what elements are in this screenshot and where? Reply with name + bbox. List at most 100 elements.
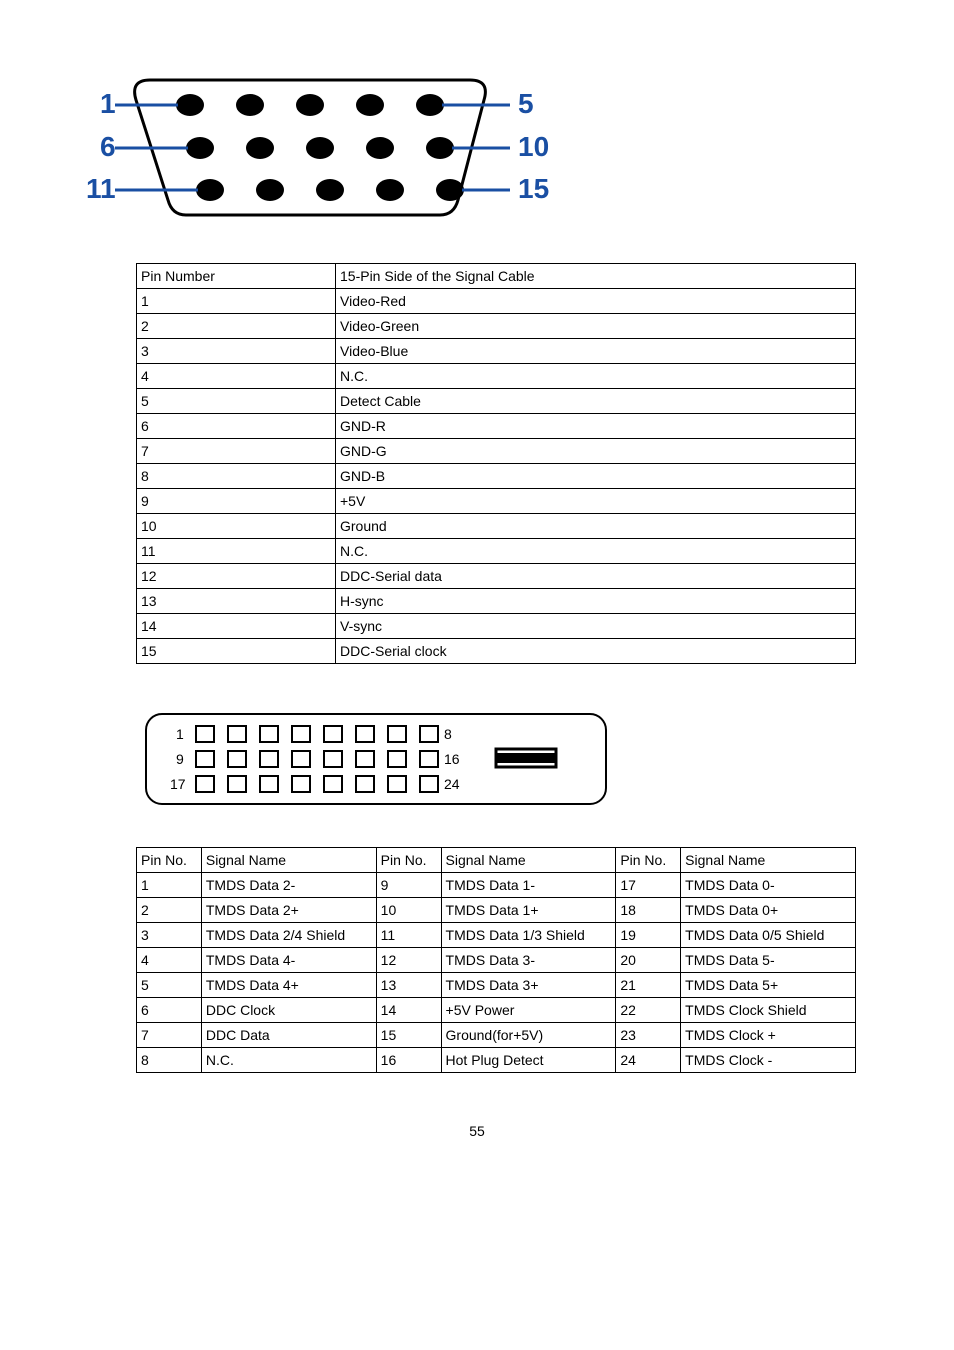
table-header: Pin Number 15-Pin Side of the Signal Cab… (137, 264, 856, 289)
desc-cell: Ground (336, 514, 856, 539)
header-sig3: Signal Name (681, 848, 856, 873)
sig-cell: DDC Data (201, 1023, 376, 1048)
pin-cell: 2 (137, 898, 202, 923)
header-pin2: Pin No. (376, 848, 441, 873)
pin-cell: 11 (137, 539, 336, 564)
pin-cell: 15 (376, 1023, 441, 1048)
pin-cell: 9 (137, 489, 336, 514)
table-row: 11N.C. (137, 539, 856, 564)
pin-cell: 15 (137, 639, 336, 664)
pin-cell: 5 (137, 973, 202, 998)
table-row: 2Video-Green (137, 314, 856, 339)
pin-cell: 10 (376, 898, 441, 923)
desc-cell: DDC-Serial clock (336, 639, 856, 664)
pin-cell: 3 (137, 339, 336, 364)
sig-cell: TMDS Data 3+ (441, 973, 616, 998)
vga-connector-diagram: 1 6 11 5 10 15 (40, 50, 914, 233)
pin-cell: 22 (616, 998, 681, 1023)
header-sig2: Signal Name (441, 848, 616, 873)
sig-cell: TMDS Clock Shield (681, 998, 856, 1023)
desc-cell: GND-B (336, 464, 856, 489)
pin-cell: 1 (137, 289, 336, 314)
header-desc: 15-Pin Side of the Signal Cable (336, 264, 856, 289)
pin-cell: 6 (137, 998, 202, 1023)
desc-cell: N.C. (336, 539, 856, 564)
table-row: 5TMDS Data 4+13TMDS Data 3+21TMDS Data 5… (137, 973, 856, 998)
sig-cell: TMDS Data 2+ (201, 898, 376, 923)
table-row: 1TMDS Data 2-9TMDS Data 1-17TMDS Data 0- (137, 873, 856, 898)
pin-cell: 4 (137, 364, 336, 389)
table-row: 7DDC Data15Ground(for+5V)23TMDS Clock + (137, 1023, 856, 1048)
pin-label-1: 1 (176, 726, 184, 742)
table-row: 14V-sync (137, 614, 856, 639)
header-pin: Pin Number (137, 264, 336, 289)
dvi-pin-table: Pin No. Signal Name Pin No. Signal Name … (136, 847, 856, 1073)
pin-cell: 14 (137, 614, 336, 639)
sig-cell: TMDS Data 0+ (681, 898, 856, 923)
table-row: 5Detect Cable (137, 389, 856, 414)
page-number: 55 (40, 1123, 914, 1139)
desc-cell: N.C. (336, 364, 856, 389)
table-row: 6GND-R (137, 414, 856, 439)
pin-label-6: 6 (100, 131, 116, 162)
desc-cell: GND-R (336, 414, 856, 439)
pin-label-15: 15 (518, 173, 549, 204)
pin-cell: 19 (616, 923, 681, 948)
sig-cell: TMDS Data 1- (441, 873, 616, 898)
header-pin3: Pin No. (616, 848, 681, 873)
pin-cell: 20 (616, 948, 681, 973)
sig-cell: TMDS Data 0/5 Shield (681, 923, 856, 948)
sig-cell: TMDS Data 4+ (201, 973, 376, 998)
table-row: 3TMDS Data 2/4 Shield11TMDS Data 1/3 Shi… (137, 923, 856, 948)
sig-cell: TMDS Data 1/3 Shield (441, 923, 616, 948)
table-row: 12DDC-Serial data (137, 564, 856, 589)
sig-cell: TMDS Data 3- (441, 948, 616, 973)
sig-cell: TMDS Data 0- (681, 873, 856, 898)
pin-label-10: 10 (518, 131, 549, 162)
pin-cell: 13 (376, 973, 441, 998)
pin-cell: 8 (137, 1048, 202, 1073)
pin-cell: 13 (137, 589, 336, 614)
pin-cell: 10 (137, 514, 336, 539)
table-header: Pin No. Signal Name Pin No. Signal Name … (137, 848, 856, 873)
pin-cell: 14 (376, 998, 441, 1023)
pin-label-8: 8 (444, 726, 452, 742)
pin-label-5: 5 (518, 88, 534, 119)
desc-cell: +5V (336, 489, 856, 514)
sig-cell: TMDS Data 4- (201, 948, 376, 973)
pin-cell: 18 (616, 898, 681, 923)
vga-pin-table: Pin Number 15-Pin Side of the Signal Cab… (136, 263, 856, 664)
pin-cell: 3 (137, 923, 202, 948)
pin-cell: 9 (376, 873, 441, 898)
table-row: 4N.C. (137, 364, 856, 389)
sig-cell: TMDS Clock - (681, 1048, 856, 1073)
desc-cell: Video-Green (336, 314, 856, 339)
desc-cell: Video-Blue (336, 339, 856, 364)
pin-cell: 11 (376, 923, 441, 948)
pin-label-11: 11 (86, 173, 116, 204)
pin-cell: 23 (616, 1023, 681, 1048)
sig-cell: Ground(for+5V) (441, 1023, 616, 1048)
sig-cell: TMDS Data 2/4 Shield (201, 923, 376, 948)
pin-cell: 5 (137, 389, 336, 414)
pin-cell: 8 (137, 464, 336, 489)
pin-cell: 16 (376, 1048, 441, 1073)
table-row: 13H-sync (137, 589, 856, 614)
table-row: 15DDC-Serial clock (137, 639, 856, 664)
sig-cell: TMDS Data 5- (681, 948, 856, 973)
pin-cell: 7 (137, 1023, 202, 1048)
pin-cell: 17 (616, 873, 681, 898)
desc-cell: V-sync (336, 614, 856, 639)
pin-label-17: 17 (170, 776, 186, 792)
dvi-connector-diagram: 1 9 17 8 16 24 (40, 704, 914, 817)
pin-cell: 21 (616, 973, 681, 998)
sig-cell: TMDS Data 5+ (681, 973, 856, 998)
header-pin1: Pin No. (137, 848, 202, 873)
desc-cell: GND-G (336, 439, 856, 464)
sig-cell: N.C. (201, 1048, 376, 1073)
sig-cell: Hot Plug Detect (441, 1048, 616, 1073)
desc-cell: Detect Cable (336, 389, 856, 414)
table-row: 4TMDS Data 4-12TMDS Data 3-20TMDS Data 5… (137, 948, 856, 973)
sig-cell: TMDS Data 1+ (441, 898, 616, 923)
pin-cell: 2 (137, 314, 336, 339)
